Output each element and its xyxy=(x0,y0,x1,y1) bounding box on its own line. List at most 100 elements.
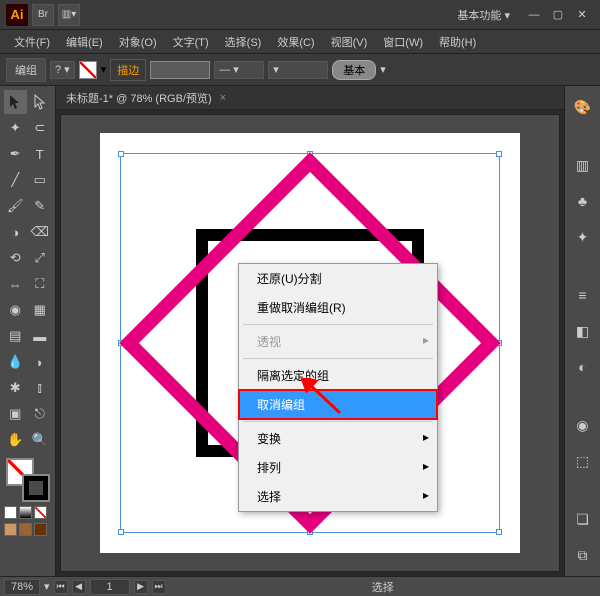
arrange-documents-button[interactable]: ▥▾ xyxy=(58,4,80,26)
direct-selection-tool[interactable] xyxy=(29,90,52,114)
layers-panel-icon[interactable]: ❏ xyxy=(572,508,594,530)
shape-builder-tool[interactable]: ◉ xyxy=(4,298,27,322)
stroke-color-icon[interactable] xyxy=(22,474,50,502)
scale-tool[interactable]: ⤢ xyxy=(29,246,52,270)
symbols-panel-icon[interactable]: ✦ xyxy=(572,226,594,248)
title-bar: Ai Br ▥▾ 基本功能 ▾ — ▢ ✕ xyxy=(0,0,600,30)
window-controls: — ▢ ✕ xyxy=(522,5,594,25)
magic-wand-tool[interactable]: ✦ xyxy=(4,116,27,140)
color-panel-icon[interactable]: 🎨 xyxy=(572,96,594,118)
page-field[interactable]: 1 xyxy=(90,579,130,595)
workspace-switcher[interactable]: 基本功能 ▾ xyxy=(457,7,510,23)
stroke-weight-field[interactable] xyxy=(150,61,210,79)
ctx-select[interactable]: 选择 xyxy=(239,482,437,511)
selection-tool[interactable] xyxy=(4,90,27,114)
fill-stroke-control[interactable] xyxy=(6,458,50,502)
fill-dropdown[interactable]: ? ▾ xyxy=(50,61,75,79)
last-page-button[interactable]: ⏭ xyxy=(152,580,166,594)
menu-file[interactable]: 文件(F) xyxy=(6,31,58,53)
ctx-arrange[interactable]: 排列 xyxy=(239,453,437,482)
lasso-tool[interactable]: ⊂ xyxy=(29,116,52,140)
panel-dock: 🎨 ▥ ♣ ✦ ≡ ◧ ◐ ◉ ⬚ ❏ ⧉ xyxy=(564,86,600,576)
rectangle-tool[interactable]: ▭ xyxy=(29,168,52,192)
document-title: 未标题-1* @ 78% (RGB/预览) xyxy=(66,90,212,106)
ctx-transform[interactable]: 变换 xyxy=(239,424,437,453)
style-dropdown-icon[interactable]: ▾ xyxy=(380,63,386,76)
menu-select[interactable]: 选择(S) xyxy=(217,31,270,53)
line-tool[interactable]: ╱ xyxy=(4,168,27,192)
color-mode-icon[interactable] xyxy=(4,506,17,519)
draw-normal-icon[interactable] xyxy=(4,523,17,536)
selection-handle[interactable] xyxy=(118,151,124,157)
bridge-button[interactable]: Br xyxy=(32,4,54,26)
appearance-panel-icon[interactable]: ◉ xyxy=(572,414,594,436)
none-mode-icon[interactable] xyxy=(34,506,47,519)
pencil-tool[interactable]: ✎ xyxy=(29,194,52,218)
gradient-panel-icon[interactable]: ◧ xyxy=(572,320,594,342)
rotate-tool[interactable]: ⟲ xyxy=(4,246,27,270)
draw-inside-icon[interactable] xyxy=(34,523,47,536)
column-graph-tool[interactable]: ⫾ xyxy=(29,376,52,400)
opacity-field[interactable]: ▾ xyxy=(268,61,328,79)
next-page-button[interactable]: ▶ xyxy=(134,580,148,594)
selection-type-label: 编组 xyxy=(6,58,46,82)
blob-brush-tool[interactable]: ◑ xyxy=(4,220,27,244)
ctx-separator xyxy=(243,358,433,359)
free-transform-tool[interactable]: ⛶ xyxy=(29,272,52,296)
menu-effect[interactable]: 效果(C) xyxy=(269,31,322,53)
graphic-styles-panel-icon[interactable]: ⬚ xyxy=(572,450,594,472)
brush-definition[interactable]: — ▾ xyxy=(214,61,264,79)
brushes-panel-icon[interactable]: ♣ xyxy=(572,190,594,212)
ctx-undo[interactable]: 还原(U)分割 xyxy=(239,264,437,293)
paintbrush-tool[interactable]: 🖌 xyxy=(4,194,27,218)
transparency-panel-icon[interactable]: ◐ xyxy=(572,356,594,378)
close-button[interactable]: ✕ xyxy=(570,5,594,25)
stroke-label[interactable]: 描边 xyxy=(110,59,146,81)
selection-handle[interactable] xyxy=(118,529,124,535)
pen-tool[interactable]: ✒ xyxy=(4,142,27,166)
fill-swatch-none-icon[interactable] xyxy=(79,61,97,79)
hand-tool[interactable]: ✋ xyxy=(4,428,27,452)
minimize-button[interactable]: — xyxy=(522,5,546,25)
menu-type[interactable]: 文字(T) xyxy=(165,31,217,53)
document-tab[interactable]: 未标题-1* @ 78% (RGB/预览) × xyxy=(56,86,564,110)
gradient-tool[interactable]: ▬ xyxy=(29,324,52,348)
graphic-style[interactable]: 基本 xyxy=(332,60,376,80)
blend-tool[interactable]: ◗ xyxy=(29,350,52,374)
eraser-tool[interactable]: ⌫ xyxy=(29,220,52,244)
artboards-panel-icon[interactable]: ⧉ xyxy=(572,544,594,566)
slice-tool[interactable]: ⎋ xyxy=(29,402,52,426)
symbol-sprayer-tool[interactable]: ✱ xyxy=(4,376,27,400)
menu-help[interactable]: 帮助(H) xyxy=(431,31,484,53)
swatches-panel-icon[interactable]: ▥ xyxy=(572,154,594,176)
selection-handle[interactable] xyxy=(496,151,502,157)
draw-mode-row xyxy=(4,523,51,536)
status-bar: 78% ▾ ⏮ ◀ 1 ▶ ⏭ 选择 xyxy=(0,576,600,596)
width-tool[interactable]: ⇔ xyxy=(4,272,27,296)
workspace-label: 基本功能 xyxy=(457,10,501,22)
ctx-redo[interactable]: 重做取消编组(R) xyxy=(239,293,437,322)
zoom-tool[interactable]: 🔍 xyxy=(29,428,52,452)
type-tool[interactable]: T xyxy=(29,142,52,166)
perspective-grid-tool[interactable]: ▦ xyxy=(29,298,52,322)
zoom-field[interactable]: 78% xyxy=(4,579,40,595)
menu-object[interactable]: 对象(O) xyxy=(111,31,165,53)
zoom-dropdown-icon[interactable]: ▾ xyxy=(44,580,50,593)
menu-edit[interactable]: 编辑(E) xyxy=(58,31,111,53)
gradient-mode-icon[interactable] xyxy=(19,506,32,519)
ctx-perspective[interactable]: 透视 xyxy=(239,327,437,356)
eyedropper-tool[interactable]: 💧 xyxy=(4,350,27,374)
mesh-tool[interactable]: ▤ xyxy=(4,324,27,348)
prev-page-button[interactable]: ◀ xyxy=(72,580,86,594)
draw-behind-icon[interactable] xyxy=(19,523,32,536)
app-logo-icon: Ai xyxy=(6,4,28,26)
ctx-separator xyxy=(243,421,433,422)
maximize-button[interactable]: ▢ xyxy=(546,5,570,25)
menu-window[interactable]: 窗口(W) xyxy=(375,31,431,53)
menu-view[interactable]: 视图(V) xyxy=(323,31,376,53)
close-tab-icon[interactable]: × xyxy=(220,92,226,104)
first-page-button[interactable]: ⏮ xyxy=(54,580,68,594)
artboard-tool[interactable]: ▣ xyxy=(4,402,27,426)
stroke-panel-icon[interactable]: ≡ xyxy=(572,284,594,306)
selection-handle[interactable] xyxy=(496,529,502,535)
